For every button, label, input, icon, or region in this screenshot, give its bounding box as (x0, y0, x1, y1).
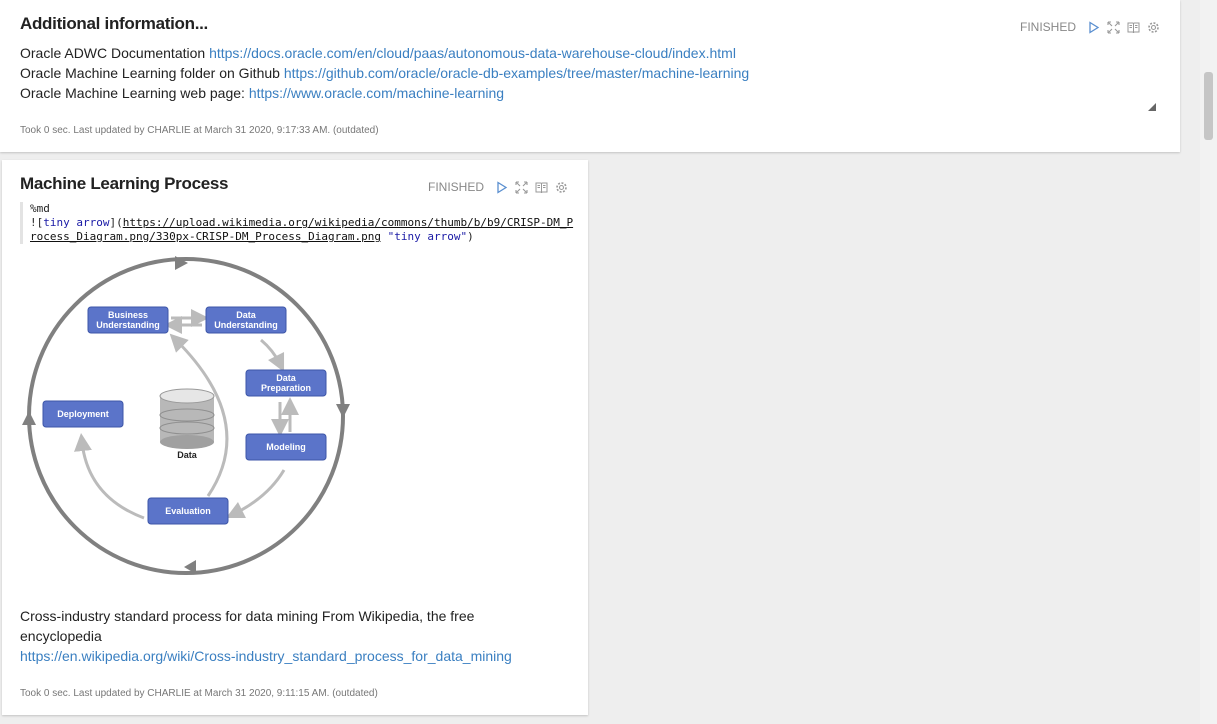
status-label: FINISHED (1019, 20, 1076, 34)
paragraph-controls: FINISHED (428, 180, 568, 194)
node-evaluation: Evaluation (147, 497, 229, 525)
status-label: FINISHED (427, 180, 484, 194)
code-prefix: ![ (30, 216, 44, 229)
paragraph-ml-process: Machine Learning Process FINISHED %md ![… (2, 160, 588, 715)
code-suffix: ) (467, 230, 474, 243)
markdown-editor[interactable]: %md ![tiny arrow](https://upload.wikimed… (20, 202, 578, 244)
diagram-caption: Cross-industry standard process for data… (20, 606, 540, 666)
info-links-block: Oracle ADWC Documentation https://docs.o… (20, 43, 749, 103)
node-data-preparation: Data Preparation (245, 369, 327, 397)
svg-text:Data: Data (276, 373, 297, 383)
svg-text:Understanding: Understanding (214, 320, 278, 330)
database-icon (159, 388, 215, 449)
node-deployment: Deployment (42, 400, 124, 428)
resize-handle-icon[interactable] (1148, 103, 1156, 111)
caption-text: Cross-industry standard process for data… (20, 608, 475, 644)
svg-text:Modeling: Modeling (266, 442, 306, 452)
info-line-github: Oracle Machine Learning folder on Github… (20, 63, 749, 83)
oml-webpage-link[interactable]: https://www.oracle.com/machine-learning (249, 85, 504, 101)
scrollbar-thumb[interactable] (1204, 72, 1213, 140)
paragraph-footer: Took 0 sec. Last updated by CHARLIE at M… (20, 125, 379, 136)
wikipedia-link[interactable]: https://en.wikipedia.org/wiki/Cross-indu… (20, 648, 512, 664)
svg-text:Deployment: Deployment (57, 409, 109, 419)
code-mid: ]( (109, 216, 123, 229)
info-line-adwc: Oracle ADWC Documentation https://docs.o… (20, 43, 749, 63)
paragraph-title: Machine Learning Process (20, 174, 229, 193)
svg-text:Preparation: Preparation (261, 383, 311, 393)
gear-icon[interactable] (1147, 21, 1160, 34)
info-label: Oracle Machine Learning folder on Github (20, 65, 284, 81)
crisp-dm-diagram: Business Understanding Data Understandin… (22, 256, 350, 575)
gear-icon[interactable] (555, 181, 568, 194)
info-label: Oracle Machine Learning web page: (20, 85, 249, 101)
info-line-webpage: Oracle Machine Learning web page: https:… (20, 83, 749, 103)
info-label: Oracle ADWC Documentation (20, 45, 210, 61)
paragraph-footer: Took 0 sec. Last updated by CHARLIE at M… (20, 688, 378, 699)
paragraph-controls: FINISHED (1020, 20, 1160, 34)
node-data-understanding: Data Understanding (205, 306, 287, 334)
github-link[interactable]: https://github.com/oracle/oracle-db-exam… (284, 65, 749, 81)
cycle-arrow-icon (336, 404, 350, 418)
book-icon[interactable] (1127, 21, 1140, 34)
expand-icon[interactable] (1107, 20, 1120, 34)
book-icon[interactable] (535, 181, 548, 194)
code-alt-text: tiny arrow (43, 216, 110, 229)
node-modeling: Modeling (245, 433, 327, 461)
expand-icon[interactable] (515, 180, 528, 194)
svg-text:Data: Data (236, 310, 257, 320)
code-line-md: %md (30, 202, 50, 215)
data-label: Data (177, 450, 198, 460)
run-icon[interactable] (1087, 20, 1100, 34)
vertical-scrollbar[interactable] (1200, 0, 1217, 724)
run-icon[interactable] (495, 180, 508, 194)
paragraph-additional-info: Additional information... FINISHED Oracl… (0, 0, 1180, 152)
adwc-doc-link[interactable]: https://docs.oracle.com/en/cloud/paas/au… (209, 45, 736, 61)
cycle-arrow-icon (22, 411, 36, 425)
svg-text:Evaluation: Evaluation (165, 506, 211, 516)
svg-text:Understanding: Understanding (96, 320, 160, 330)
paragraph-title: Additional information... (20, 14, 208, 33)
code-title-string: "tiny arrow" (387, 230, 468, 243)
node-business-understanding: Business Understanding (87, 306, 169, 334)
svg-text:Business: Business (108, 310, 148, 320)
